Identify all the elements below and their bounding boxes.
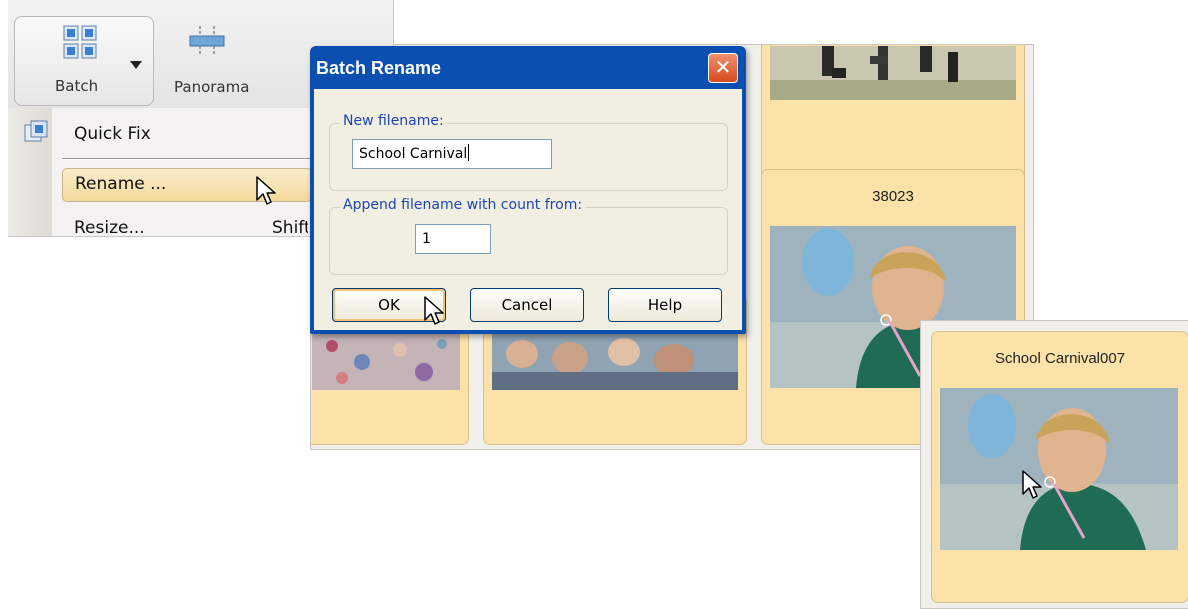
new-filename-label: New filename: [340, 113, 447, 129]
dialog-body: New filename: School Carnival Append fil… [314, 89, 742, 330]
text-caret [468, 144, 470, 161]
new-filename-input[interactable]: School Carnival [352, 139, 552, 169]
menu-item-resize-shortcut: Shift [272, 218, 308, 238]
count-value: 1 [422, 231, 431, 247]
menu-item-resize[interactable]: Resize... [74, 218, 145, 238]
thumbnail-name: 38023 [872, 188, 914, 205]
append-count-group [329, 207, 728, 275]
panorama-icon [186, 26, 228, 60]
renamed-thumbnail-panel: School Carnival007 [920, 320, 1188, 609]
menu-item-rename-label: Rename ... [75, 174, 167, 194]
thumbnail-photo-confetti [312, 332, 460, 390]
menu-item-quick-fix[interactable]: Quick Fix [74, 124, 151, 144]
cancel-button[interactable]: Cancel [470, 288, 584, 322]
batch-icon [63, 25, 97, 63]
append-count-label: Append filename with count from: [340, 197, 586, 213]
quick-fix-icon [24, 120, 48, 148]
mouse-pointer-icon [256, 176, 278, 212]
thumbnail-card[interactable]: School Carnival007 [931, 331, 1188, 603]
panorama-label: Panorama [174, 78, 250, 96]
dialog-title: Batch Rename [316, 58, 442, 78]
thumbnail-photo-running-kids [770, 46, 1016, 100]
thumbnail-photo-boy-bubbles [940, 388, 1178, 550]
mouse-pointer-icon [424, 296, 446, 332]
mouse-pointer-icon [1022, 470, 1044, 506]
batch-button[interactable]: Batch [14, 16, 154, 106]
menu-separator [62, 158, 310, 160]
renamed-thumbnail-name: School Carnival007 [994, 350, 1126, 367]
batch-label: Batch [55, 77, 99, 95]
thumbnail-photo-crowd [492, 332, 738, 390]
help-button[interactable]: Help [608, 288, 722, 322]
count-input[interactable]: 1 [415, 224, 491, 254]
close-icon[interactable]: ✕ [708, 53, 738, 83]
new-filename-value: School Carnival [359, 146, 468, 162]
panorama-button[interactable]: Panorama [158, 16, 268, 104]
batch-rename-dialog: Batch Rename ✕ New filename: School Carn… [310, 46, 746, 334]
chevron-down-icon[interactable] [129, 55, 143, 74]
